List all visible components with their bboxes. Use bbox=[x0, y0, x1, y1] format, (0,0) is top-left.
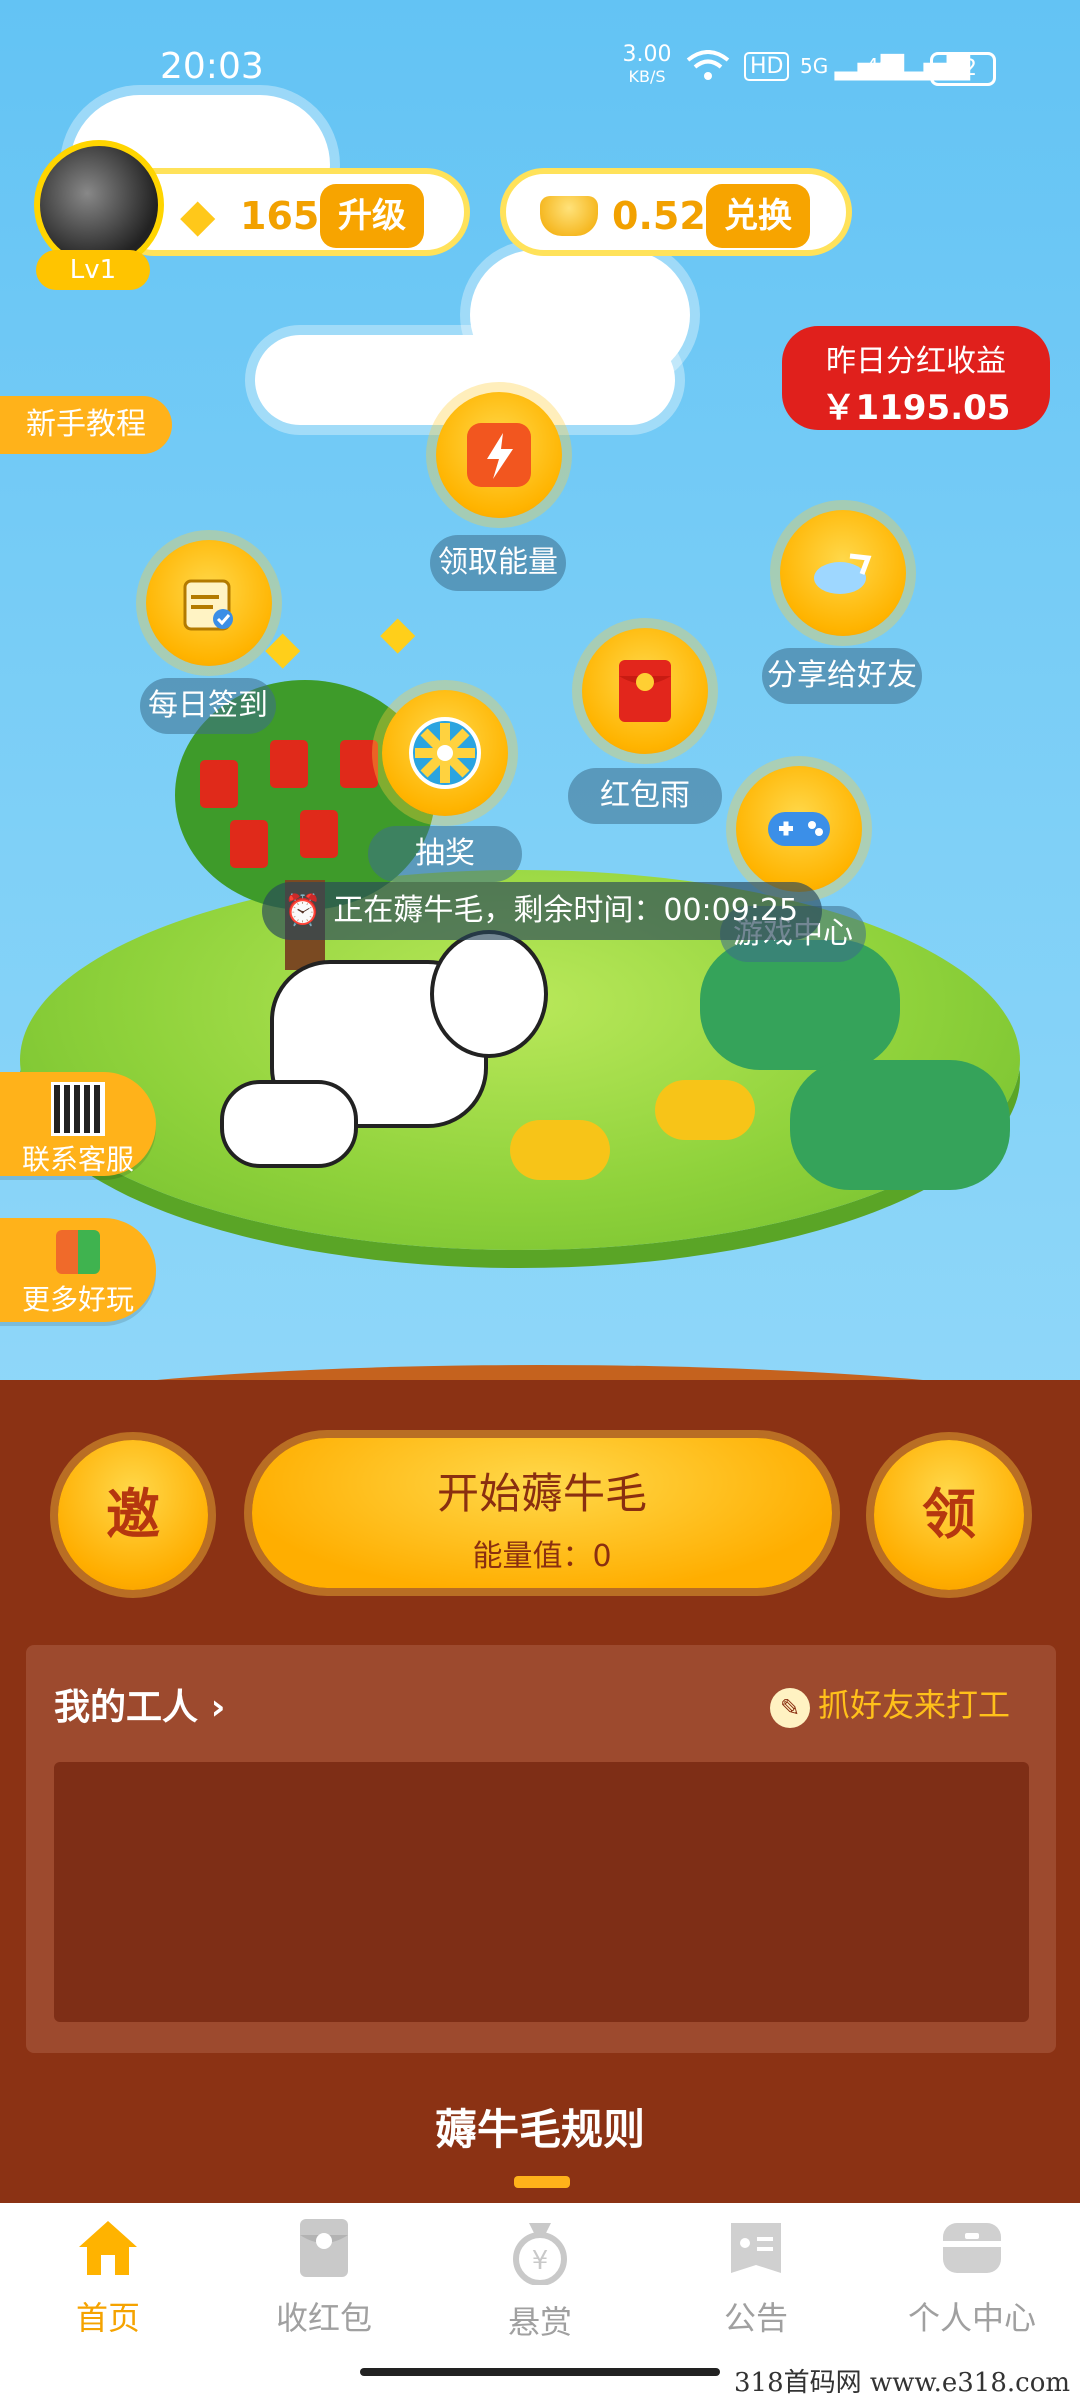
level-badge: Lv1 bbox=[36, 250, 150, 290]
diamond-count: 165 bbox=[240, 194, 320, 238]
lottery-label[interactable]: 抽奖 bbox=[368, 826, 522, 882]
gold-coins bbox=[655, 1080, 755, 1140]
red-envelope bbox=[340, 740, 378, 788]
watermark: 318首码网 www.e318.com bbox=[734, 2368, 1070, 2398]
energy-label[interactable]: 领取能量 bbox=[430, 535, 566, 591]
money-bag-icon: ¥ bbox=[513, 2223, 567, 2286]
clock-icon: ⏰ bbox=[284, 893, 322, 928]
tab-label: 收红包 bbox=[275, 2299, 372, 2337]
apps-icon bbox=[56, 1230, 100, 1274]
more-label: 更多好玩 bbox=[21, 1283, 134, 1316]
red-envelope-icon bbox=[619, 660, 671, 722]
tutorial-button[interactable]: 新手教程 bbox=[0, 396, 172, 454]
energy-bubble[interactable] bbox=[436, 392, 562, 518]
gold-value: 0.52 bbox=[612, 194, 706, 238]
network-speed: 3.00 KB/S bbox=[622, 44, 672, 88]
tab-red-envelope[interactable]: 收红包 bbox=[234, 2215, 414, 2339]
battery-level: 82 bbox=[949, 56, 977, 81]
workers-list bbox=[54, 1762, 1029, 2022]
tab-label: 悬赏 bbox=[507, 2303, 572, 2341]
red-envelope bbox=[300, 810, 338, 858]
network-speed-value: 3.00 bbox=[622, 42, 672, 67]
workers-title-text: 我的工人 bbox=[54, 1687, 199, 1728]
rules-title[interactable]: 薅牛毛规则 bbox=[0, 2096, 1080, 2157]
calf bbox=[220, 1080, 358, 1168]
red-envelope bbox=[270, 740, 308, 788]
edit-icon: ✎ bbox=[770, 1688, 810, 1728]
qr-code-icon bbox=[51, 1082, 105, 1136]
profile-icon bbox=[943, 2223, 1001, 2273]
catch-friends-link[interactable]: ✎ 抓好友来打工 bbox=[770, 1680, 1010, 1728]
notice-icon bbox=[731, 2223, 781, 2273]
chevron-right-icon: › bbox=[210, 1687, 226, 1728]
home-icon bbox=[79, 2221, 137, 2275]
diamond-icon: ◆ bbox=[180, 188, 216, 242]
invite-button[interactable]: 邀 bbox=[58, 1440, 208, 1590]
upgrade-button[interactable]: 升级 bbox=[320, 184, 424, 248]
lottery-bubble[interactable] bbox=[382, 690, 508, 816]
tab-home[interactable]: 首页 bbox=[18, 2215, 198, 2339]
checkin-label[interactable]: 每日签到 bbox=[140, 678, 276, 734]
timer-banner: ⏰ 正在薅牛毛，剩余时间：00:09:25 bbox=[262, 882, 822, 940]
rules-underline bbox=[514, 2176, 570, 2188]
red-rain-label[interactable]: 红包雨 bbox=[568, 768, 722, 824]
hd-badge: HD bbox=[744, 52, 790, 81]
more-fun-button[interactable]: 更多好玩 bbox=[0, 1218, 156, 1322]
diamond: ◆ bbox=[265, 620, 301, 674]
checkin-bubble[interactable] bbox=[146, 540, 272, 666]
tab-bounty[interactable]: ¥ 悬赏 bbox=[450, 2215, 630, 2343]
claim-button[interactable]: 领 bbox=[874, 1440, 1024, 1590]
cow-head bbox=[430, 930, 548, 1058]
start-title: 开始薅牛毛 bbox=[436, 1469, 647, 1518]
tab-label: 首页 bbox=[75, 2299, 140, 2337]
home-indicator bbox=[360, 2368, 720, 2376]
battery-icon: 82 bbox=[930, 52, 996, 86]
svg-text:¥: ¥ bbox=[532, 2246, 549, 2276]
workers-title[interactable]: 我的工人 › bbox=[54, 1678, 225, 1730]
exchange-button[interactable]: 兑换 bbox=[706, 184, 810, 248]
gold-ingot-icon bbox=[540, 196, 598, 236]
catch-friends-text: 抓好友来打工 bbox=[818, 1686, 1011, 1724]
tab-profile[interactable]: 个人中心 bbox=[882, 2215, 1062, 2339]
contact-label: 联系客服 bbox=[21, 1143, 134, 1176]
signal-4g-label: 4G bbox=[866, 54, 895, 78]
tab-label: 个人中心 bbox=[907, 2299, 1036, 2337]
share-icon bbox=[814, 553, 872, 594]
gamepad-icon bbox=[768, 812, 830, 846]
red-envelope-icon bbox=[300, 2219, 348, 2277]
contact-service-button[interactable]: 联系客服 bbox=[0, 1072, 156, 1176]
signal-5g-label: 5G bbox=[800, 54, 829, 78]
tab-notice[interactable]: 公告 bbox=[666, 2215, 846, 2339]
games-bubble[interactable] bbox=[736, 766, 862, 892]
gold-coins bbox=[510, 1120, 610, 1180]
status-time: 20:03 bbox=[160, 46, 264, 87]
share-bubble[interactable] bbox=[780, 510, 906, 636]
energy-value: 能量值：0 bbox=[472, 1539, 612, 1574]
calendar-icon bbox=[183, 579, 233, 631]
red-rain-bubble[interactable] bbox=[582, 628, 708, 754]
start-button[interactable]: 开始薅牛毛 能量值：0 bbox=[252, 1438, 832, 1588]
dividend-title: 昨日分红收益 bbox=[826, 344, 1006, 379]
red-envelope bbox=[200, 760, 238, 808]
diamond: ◆ bbox=[380, 605, 416, 659]
wheel-icon bbox=[409, 717, 481, 789]
network-speed-unit: KB/S bbox=[628, 67, 666, 86]
cloud bbox=[470, 250, 690, 380]
wifi-icon bbox=[686, 50, 730, 86]
lightning-icon bbox=[467, 423, 531, 487]
dividend-card[interactable]: 昨日分红收益 ￥1195.05 bbox=[782, 326, 1050, 430]
dividend-amount: ￥1195.05 bbox=[821, 388, 1011, 428]
share-label[interactable]: 分享给好友 bbox=[762, 648, 922, 704]
tab-label: 公告 bbox=[723, 2299, 788, 2337]
flower-bush bbox=[790, 1060, 1010, 1190]
red-envelope bbox=[230, 820, 268, 868]
timer-text: 正在薅牛毛，剩余时间：00:09:25 bbox=[333, 893, 799, 928]
